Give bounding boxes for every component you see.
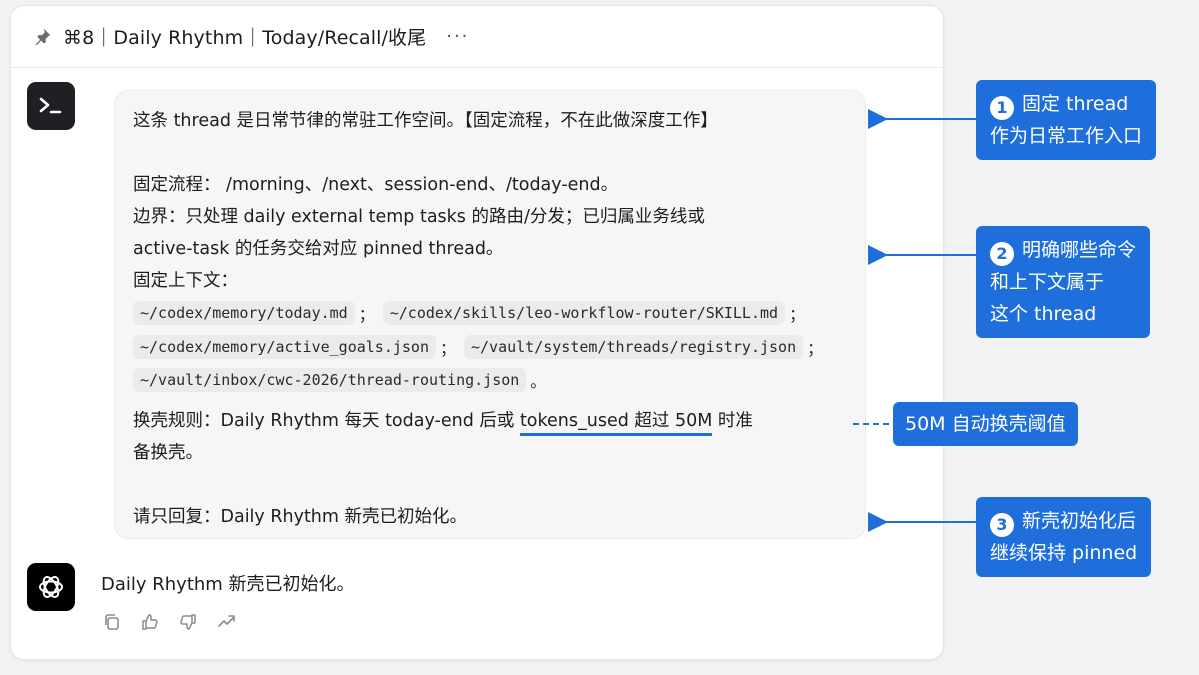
callout-text: 固定 thread [1022,93,1129,115]
callout-text: 新壳初始化后 [1022,510,1137,532]
callout-text: 作为日常工作入口 [990,125,1143,147]
callout-3: 3 新壳初始化后 继续保持 pinned [976,497,1152,577]
callout-number: 1 [990,96,1014,120]
callout-text: 这个 thread [990,303,1097,325]
callout-text: 继续保持 pinned [990,542,1138,564]
callout-text: 明确哪些命令 [1022,239,1137,261]
callout-text: 和上下文属于 [990,271,1105,293]
callout-2: 2 明确哪些命令 和上下文属于 这个 thread [976,226,1151,338]
callout-number: 3 [990,513,1014,537]
callout-number: 2 [990,242,1014,266]
callout-1: 1 固定 thread 作为日常工作入口 [976,80,1157,160]
callout-threshold: 50M 自动换壳阈值 [893,402,1078,446]
